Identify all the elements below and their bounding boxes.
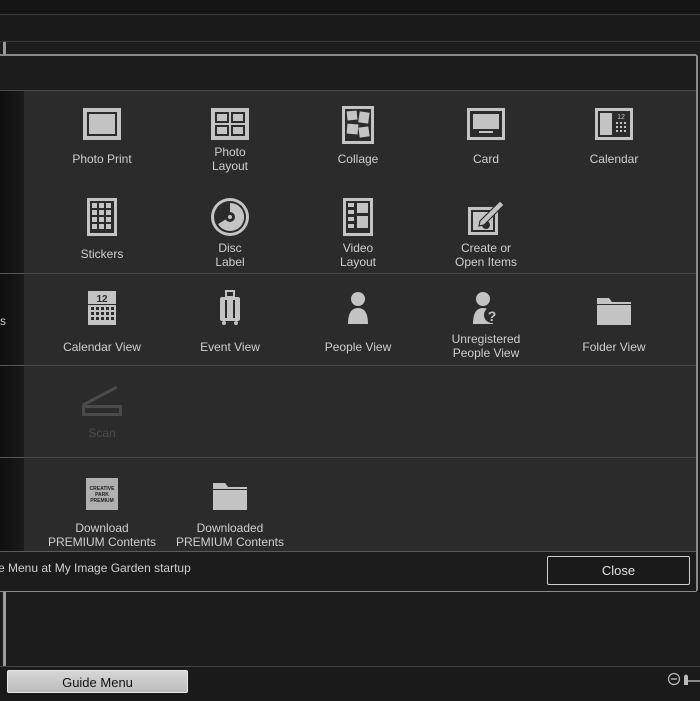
disc-label-icon bbox=[211, 198, 249, 236]
guide-menu-dialog: s Photo Print Photo Layout Collage Card … bbox=[0, 54, 698, 592]
stickers-icon bbox=[87, 198, 117, 236]
sidebar-divider bbox=[0, 365, 24, 366]
card-tile[interactable]: Card bbox=[422, 107, 550, 166]
tile-label: Event View bbox=[200, 340, 260, 354]
disc-label-tile[interactable]: Disc Label bbox=[166, 197, 294, 269]
photo-print-tile[interactable]: Photo Print bbox=[38, 107, 166, 166]
tile-label: Disc bbox=[218, 241, 242, 255]
people-view-tile[interactable]: People View bbox=[294, 290, 422, 354]
photo-print-icon bbox=[83, 108, 121, 140]
scan-tile: Scan bbox=[38, 383, 166, 440]
collage-icon bbox=[342, 106, 374, 144]
stickers-tile[interactable]: Stickers bbox=[38, 197, 166, 261]
guide-menu-button[interactable]: Guide Menu bbox=[7, 670, 188, 693]
tile-label: PREMIUM Contents bbox=[47, 535, 157, 549]
collage-tile[interactable]: Collage bbox=[294, 105, 422, 166]
video-layout-tile[interactable]: Video Layout bbox=[294, 197, 422, 269]
calendar-view-tile[interactable]: 12 Calendar View bbox=[38, 290, 166, 354]
tile-label: Photo bbox=[214, 145, 246, 159]
downloaded-folder-icon bbox=[213, 483, 247, 510]
tile-label: Video bbox=[342, 241, 374, 255]
create-open-items-icon bbox=[468, 200, 505, 235]
tile-label: Downloaded bbox=[196, 521, 264, 535]
event-view-tile[interactable]: Event View bbox=[166, 290, 294, 354]
photo-layout-icon bbox=[211, 108, 249, 140]
tile-label: Create or bbox=[460, 241, 512, 255]
sidebar-divider bbox=[0, 273, 24, 274]
category-sidebar: s bbox=[0, 91, 24, 551]
tile-label: Layout bbox=[211, 159, 249, 173]
tile-label: Collage bbox=[337, 152, 379, 166]
tile-label: Stickers bbox=[80, 247, 124, 261]
tile-label: Layout bbox=[339, 255, 377, 269]
calendar-view-icon: 12 bbox=[88, 291, 116, 325]
tile-label: Scan bbox=[88, 426, 116, 440]
scan-icon bbox=[82, 385, 122, 416]
tile-label: People View bbox=[324, 340, 392, 354]
event-view-icon bbox=[220, 290, 240, 325]
show-at-startup-label[interactable]: e Menu at My Image Garden startup bbox=[0, 561, 191, 575]
app-toolbar bbox=[0, 15, 700, 42]
calendar-icon: 12 bbox=[595, 108, 633, 140]
card-icon bbox=[467, 108, 505, 140]
tile-label: PREMIUM Contents bbox=[175, 535, 285, 549]
tile-label: Calendar bbox=[589, 152, 639, 166]
app-title-bar bbox=[0, 0, 700, 15]
folder-view-icon bbox=[597, 298, 631, 325]
sidebar-category-label: s bbox=[0, 314, 6, 328]
close-button[interactable]: Close bbox=[547, 556, 690, 585]
logo-line: PREMIUM bbox=[90, 498, 114, 504]
tile-label: Download bbox=[75, 521, 129, 535]
download-premium-contents-tile[interactable]: CREATIVE PARK PREMIUM Download PREMIUM C… bbox=[38, 477, 166, 549]
video-layout-icon bbox=[343, 198, 373, 236]
section-divider bbox=[24, 365, 696, 366]
section-divider bbox=[24, 273, 696, 274]
tile-label: Open Items bbox=[454, 255, 518, 269]
menu-content: Photo Print Photo Layout Collage Card 12… bbox=[24, 91, 696, 551]
downloaded-premium-contents-tile[interactable]: Downloaded PREMIUM Contents bbox=[166, 479, 294, 549]
tile-label: Photo Print bbox=[72, 152, 132, 166]
folder-view-tile[interactable]: Folder View bbox=[550, 294, 678, 354]
dialog-footer: e Menu at My Image Garden startup Close bbox=[0, 551, 696, 591]
tile-label: People View bbox=[452, 346, 520, 360]
svg-text:?: ? bbox=[488, 308, 497, 324]
calendar-number: 12 bbox=[617, 114, 625, 121]
create-open-items-tile[interactable]: Create or Open Items bbox=[422, 197, 550, 269]
zoom-control-icon[interactable] bbox=[667, 672, 700, 686]
creative-park-premium-icon: CREATIVE PARK PREMIUM bbox=[86, 478, 118, 510]
photo-layout-tile[interactable]: Photo Layout bbox=[166, 107, 294, 173]
tile-label: Card bbox=[472, 152, 499, 166]
sidebar-divider bbox=[0, 457, 24, 458]
tile-label: Label bbox=[215, 255, 245, 269]
people-view-icon bbox=[348, 292, 368, 324]
calendar-tile[interactable]: 12 Calendar bbox=[550, 107, 678, 166]
unregistered-people-view-icon: ? bbox=[473, 292, 500, 324]
tile-label: Calendar View bbox=[63, 340, 141, 354]
unregistered-people-view-tile[interactable]: ? Unregistered People View bbox=[422, 290, 550, 360]
dialog-title-bar bbox=[0, 56, 696, 91]
tile-label: Unregistered bbox=[451, 332, 521, 346]
section-divider bbox=[24, 457, 696, 458]
tile-label: Folder View bbox=[582, 340, 646, 354]
calendar-view-number: 12 bbox=[96, 294, 108, 305]
